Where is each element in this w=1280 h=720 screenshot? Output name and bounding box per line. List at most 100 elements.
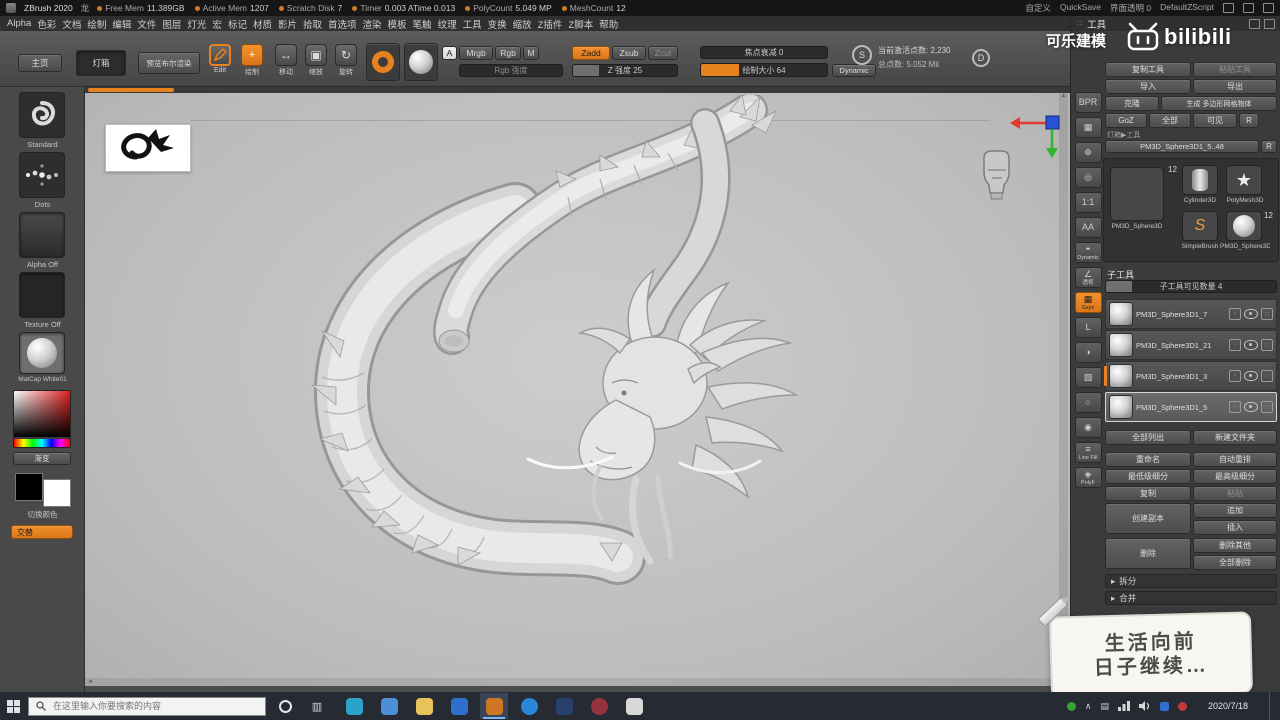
start-button[interactable]	[0, 692, 26, 720]
polymesh3d-thumbnail[interactable]: ★	[1226, 165, 1262, 195]
color-picker[interactable]	[13, 390, 71, 448]
hue-strip[interactable]	[14, 439, 70, 447]
export-button[interactable]: 导出	[1193, 79, 1277, 94]
swap-color-button[interactable]: 交替	[11, 525, 73, 539]
m-button[interactable]: M	[523, 46, 539, 60]
task-view-button[interactable]: ▥	[304, 693, 330, 719]
lowest-subdiv-button[interactable]: 最低级细分	[1105, 469, 1191, 484]
subtool-options-icon[interactable]: ∷	[1261, 401, 1273, 413]
delete-button[interactable]: 删除	[1105, 538, 1191, 569]
paint-toggle-icon[interactable]: ◦	[1229, 308, 1241, 320]
scale-button[interactable]: ▣ 缩放	[302, 44, 330, 82]
cylinder3d-thumbnail[interactable]	[1182, 165, 1218, 195]
new-folder-button[interactable]: 新建文件夹	[1193, 430, 1277, 445]
menu-item[interactable]: 工具	[460, 17, 485, 31]
menu-item[interactable]: 模板	[385, 17, 410, 31]
highest-subdiv-button[interactable]: 最高级细分	[1193, 469, 1277, 484]
stroke-selector[interactable]	[19, 152, 65, 198]
a-button[interactable]: A	[442, 46, 457, 60]
menu-item[interactable]: 首选项	[325, 17, 360, 31]
local-transform-button[interactable]: L	[1074, 317, 1102, 338]
z-intensity-slider[interactable]: Z 强度 25	[572, 64, 678, 77]
pinned-app-tv[interactable]	[340, 693, 368, 719]
menu-item[interactable]: Alpha	[4, 18, 34, 29]
menu-item[interactable]: 标记	[225, 17, 250, 31]
dynamic-button[interactable]: Dynamic	[832, 64, 876, 77]
menu-item[interactable]: 拾取	[300, 17, 325, 31]
lsym-button[interactable]: ◑	[1074, 342, 1102, 363]
menu-item[interactable]: 影片	[275, 17, 300, 31]
antivirus-tray-icon[interactable]	[1066, 701, 1076, 711]
insert-button[interactable]: 插入	[1193, 520, 1277, 535]
goz-button[interactable]: GoZ	[1105, 113, 1147, 128]
ghost-button[interactable]: ○	[1074, 392, 1102, 413]
tray-red-icon[interactable]	[1178, 701, 1187, 711]
rgb-intensity-slider[interactable]: Rgb 强度	[459, 64, 563, 77]
transparency-button[interactable]: ▨	[1074, 367, 1102, 388]
titlebar-menu-item[interactable]: DefaultZScript	[1160, 2, 1214, 14]
paint-toggle-icon[interactable]: ◦	[1229, 370, 1241, 382]
perspective-button[interactable]: ∠ 透视	[1074, 267, 1102, 288]
alpha-selector[interactable]	[19, 212, 65, 258]
dynamic-subdiv-icon[interactable]: D	[972, 49, 990, 67]
menu-item[interactable]: Z脚本	[565, 17, 596, 31]
delete-all-button[interactable]: 全部删除	[1193, 555, 1277, 570]
customize-icon[interactable]	[1223, 3, 1234, 13]
list-all-button[interactable]: 全部列出	[1105, 430, 1191, 445]
axis-gizmo[interactable]	[1008, 112, 1060, 160]
duplicate-button[interactable]: 创建副本	[1105, 503, 1191, 534]
subpixel-aa-button[interactable]: ▦	[1074, 117, 1102, 138]
goz-visible-button[interactable]: 可见	[1193, 113, 1237, 128]
taskbar-search[interactable]	[28, 696, 266, 716]
active-tool-name-button[interactable]: PM3D_Sphere3D1_5..48	[1105, 140, 1259, 153]
menu-item[interactable]: 纹理	[435, 17, 460, 31]
draw-size-slider[interactable]: 绘制大小 64	[700, 63, 828, 77]
paint-toggle-icon[interactable]: ◦	[1229, 339, 1241, 351]
texture-selector[interactable]	[19, 272, 65, 318]
lightbox-button[interactable]: 灯箱	[76, 50, 126, 76]
subtool-options-icon[interactable]: ∷	[1261, 370, 1273, 382]
menu-item[interactable]: 变换	[485, 17, 510, 31]
pinned-app-edge[interactable]	[515, 693, 543, 719]
home-button[interactable]: 主页	[18, 54, 62, 72]
material-selector[interactable]	[19, 332, 65, 374]
zcut-button[interactable]: Zcut	[648, 46, 678, 60]
brush-selector[interactable]	[19, 92, 65, 138]
paste-tool-button[interactable]: 粘贴工具	[1193, 62, 1277, 77]
current-brush-button[interactable]	[366, 43, 400, 81]
subtool-visible-count-slider[interactable]: 子工具可见数量 4	[1105, 280, 1277, 293]
scroll-canvas-button[interactable]: ⊕	[1074, 142, 1102, 163]
tray-app-icon[interactable]: ▤	[1100, 701, 1109, 712]
pinned-app-chat[interactable]	[375, 693, 403, 719]
titlebar-menu-item[interactable]: QuickSave	[1060, 2, 1101, 14]
menu-item[interactable]: 图层	[159, 17, 184, 31]
make-polymesh-button[interactable]: 生成 多边形网格物体	[1161, 96, 1277, 111]
dragon-model[interactable]	[260, 95, 840, 615]
color-gradient-square[interactable]	[14, 391, 70, 437]
subtool-item[interactable]: PM3D_Sphere3D1_3 ◦ ∷	[1104, 361, 1277, 391]
main-color-swatch[interactable]	[15, 473, 43, 501]
split-section[interactable]: ▸ 拆分	[1105, 574, 1277, 588]
auto-reorder-button[interactable]: 自动重排	[1193, 452, 1277, 467]
goz-r-button[interactable]: R	[1239, 113, 1259, 128]
dynamic-persp-button[interactable]: ◓ Dynamic	[1074, 242, 1102, 263]
aa-half-button[interactable]: AA	[1074, 217, 1102, 238]
hidden-icons-chevron[interactable]: ∧	[1085, 701, 1092, 712]
pinned-app-explorer[interactable]	[410, 693, 438, 719]
titlebar-menu-item[interactable]: 界面透明 0	[1110, 2, 1151, 14]
goz-all-button[interactable]: 全部	[1149, 113, 1191, 128]
subtool-options-icon[interactable]: ∷	[1261, 339, 1273, 351]
visibility-eye-icon[interactable]	[1244, 402, 1258, 412]
subtool-copy-button[interactable]: 复制	[1105, 486, 1191, 501]
zsub-button[interactable]: Zsub	[612, 46, 646, 60]
network-icon[interactable]	[1118, 701, 1130, 711]
pinned-app-dark[interactable]	[550, 693, 578, 719]
menu-item[interactable]: 文档	[59, 17, 84, 31]
rename-button[interactable]: 重命名	[1105, 452, 1191, 467]
move-button[interactable]: ↔ 移动	[272, 44, 300, 82]
tray-blue-icon[interactable]	[1160, 701, 1169, 711]
append-button[interactable]: 追加	[1193, 503, 1277, 518]
menu-item[interactable]: 色彩	[34, 17, 59, 31]
active-tool-thumbnail[interactable]	[1110, 167, 1164, 221]
solo-button[interactable]: ◉	[1074, 417, 1102, 438]
